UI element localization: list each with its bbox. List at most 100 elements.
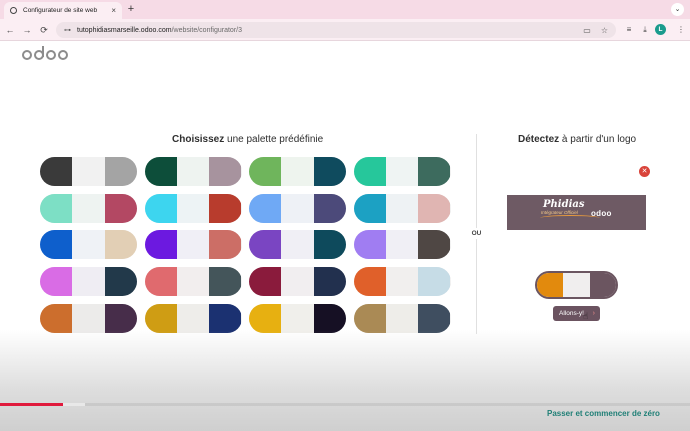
video-progress-bar[interactable] — [0, 403, 690, 406]
palette-option[interactable] — [353, 303, 451, 333]
palette-color-swatch — [418, 267, 451, 297]
download-icon[interactable]: ⤓ — [638, 23, 652, 37]
address-bar[interactable]: ⊶ tutophidiasmarseille.odoo.com /website… — [56, 22, 616, 38]
palette-option[interactable] — [144, 303, 242, 333]
palette-color-swatch — [40, 157, 73, 186]
palette-color-swatch — [72, 157, 105, 186]
palette-color-swatch — [418, 193, 451, 223]
palette-option[interactable] — [249, 193, 346, 223]
palette-option[interactable] — [144, 267, 242, 297]
palette-color-swatch — [209, 193, 242, 223]
logo-d — [34, 46, 45, 60]
back-button[interactable]: ← — [3, 23, 17, 37]
palette-option[interactable] — [40, 230, 137, 260]
palette-color-swatch — [313, 303, 346, 333]
palette-color-swatch — [209, 267, 242, 297]
palette-option[interactable] — [144, 230, 242, 260]
palette-color-swatch — [353, 157, 386, 186]
globe-icon — [10, 7, 17, 14]
palette-color-swatch — [418, 303, 451, 333]
palette-color-swatch — [281, 267, 314, 297]
palette-color-swatch — [313, 157, 346, 186]
palette-option[interactable] — [249, 157, 346, 186]
palette-option[interactable] — [249, 230, 346, 260]
logo-o2 — [46, 50, 56, 60]
palette-option[interactable] — [353, 230, 451, 260]
palette-option[interactable] — [353, 193, 451, 223]
palette-option[interactable] — [40, 193, 137, 223]
palette-color-swatch — [281, 157, 314, 186]
palette-option[interactable] — [40, 157, 137, 186]
close-icon[interactable]: × — [111, 6, 116, 15]
palette-color-swatch — [144, 157, 177, 186]
reload-button[interactable]: ⟳ — [37, 23, 51, 37]
palette-option[interactable] — [249, 303, 346, 333]
palette-option[interactable] — [353, 157, 451, 186]
palette-color-swatch — [385, 157, 419, 186]
palette-color-swatch — [40, 303, 73, 333]
palette-color-swatch — [353, 230, 386, 260]
uploaded-logo: Phidias Intégrateur Officiel odoo — [507, 195, 646, 230]
palette-color-swatch — [176, 157, 210, 186]
palette-color-swatch — [209, 303, 242, 333]
tab-search-button[interactable]: ⌄ — [671, 3, 684, 16]
remove-logo-button[interactable]: ✕ — [639, 166, 650, 177]
palette-color-swatch — [104, 157, 137, 186]
palette-color-swatch — [281, 193, 314, 223]
odoo-logo — [22, 46, 68, 60]
video-progress-played — [0, 403, 64, 406]
palette-color-swatch — [385, 267, 419, 297]
go-button[interactable]: Allons-y! › — [553, 306, 600, 321]
logo-brand-text: Phidias — [543, 199, 585, 210]
forward-button[interactable]: → — [20, 23, 34, 37]
bookmark-star-icon[interactable]: ☆ — [601, 26, 608, 35]
logo-swoosh — [540, 215, 600, 221]
hand-cursor-icon: ☝ — [583, 311, 589, 321]
tab-configurator[interactable]: Configurateur de site web × — [4, 2, 122, 19]
palette-section-title: Choisissez une palette prédéfinie — [172, 134, 324, 145]
palette-color-swatch — [385, 303, 419, 333]
palette-color-swatch — [249, 193, 282, 223]
site-info-icon[interactable]: ⊶ — [64, 26, 71, 34]
palette-color-swatch — [353, 267, 386, 297]
palette-color-swatch — [40, 267, 73, 297]
palette-color-swatch — [72, 303, 105, 333]
skip-link[interactable]: Passer et commencer de zéro — [547, 409, 660, 418]
cast-icon[interactable]: ▭ — [583, 26, 591, 35]
detected-color-swatch — [563, 273, 590, 297]
palette-color-swatch — [176, 193, 210, 223]
palette-color-swatch — [144, 303, 177, 333]
palette-option[interactable] — [353, 267, 451, 297]
palette-color-swatch — [313, 267, 346, 297]
palette-color-swatch — [144, 267, 177, 297]
browser-tab-strip: Configurateur de site web × + ⌄ — [0, 0, 690, 19]
detected-palette[interactable] — [535, 271, 618, 299]
palette-color-swatch — [281, 303, 314, 333]
palette-option[interactable] — [40, 267, 137, 297]
reading-list-icon[interactable]: ≡ — [622, 23, 636, 37]
new-tab-button[interactable]: + — [124, 2, 138, 17]
palette-color-swatch — [72, 193, 105, 223]
browser-toolbar: ← → ⟳ ⊶ tutophidiasmarseille.odoo.com /w… — [0, 19, 690, 41]
palette-color-swatch — [209, 157, 242, 186]
chevron-right-icon: › — [592, 310, 595, 317]
avatar[interactable]: L — [655, 24, 666, 35]
logo-o3 — [58, 50, 68, 60]
palette-color-swatch — [313, 193, 346, 223]
palette-color-swatch — [249, 157, 282, 186]
palette-color-swatch — [385, 230, 419, 260]
url-path: /website/configurator/3 — [171, 26, 242, 34]
palette-option[interactable] — [249, 267, 346, 297]
palette-color-swatch — [418, 157, 451, 186]
kebab-menu-icon[interactable]: ⋮ — [674, 23, 688, 37]
palette-color-swatch — [40, 230, 73, 260]
palette-option[interactable] — [144, 193, 242, 223]
palette-option[interactable] — [144, 157, 242, 186]
or-separator: OU — [466, 228, 487, 239]
palette-color-swatch — [249, 230, 282, 260]
palette-color-swatch — [176, 303, 210, 333]
palette-color-swatch — [418, 230, 451, 260]
palette-option[interactable] — [40, 303, 137, 333]
palette-color-swatch — [104, 230, 137, 260]
palette-color-swatch — [385, 193, 419, 223]
